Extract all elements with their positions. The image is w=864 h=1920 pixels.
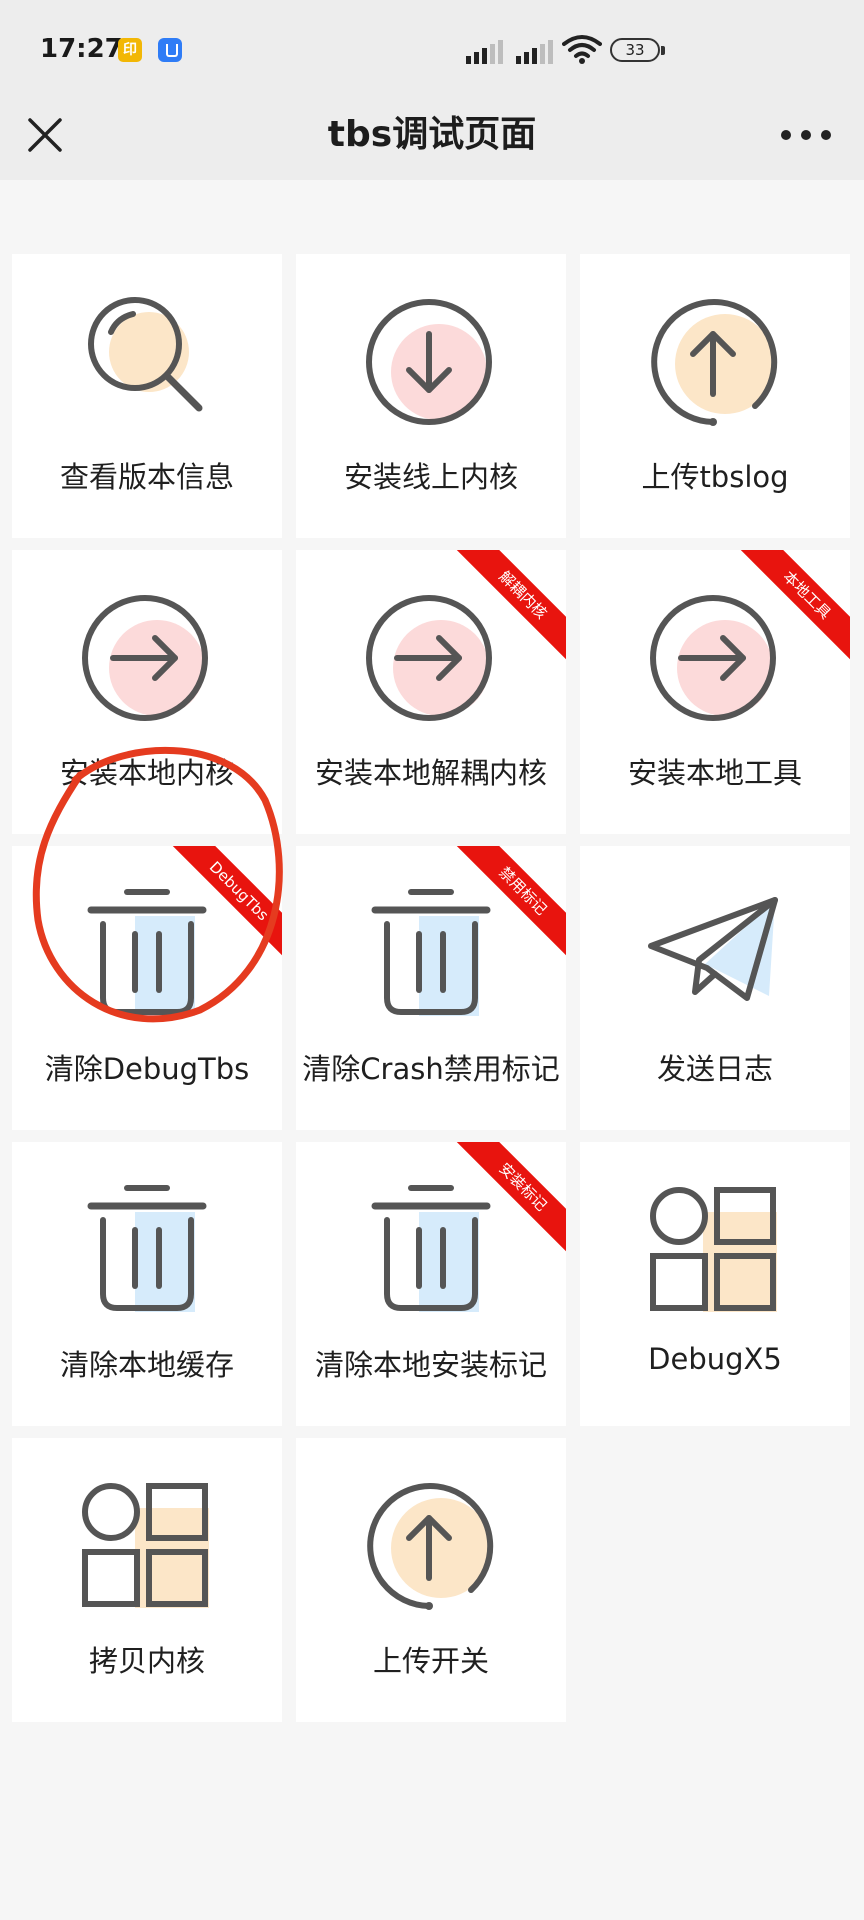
- app-notification-icon: 印: [118, 38, 142, 62]
- tile-copy-kernel[interactable]: 拷贝内核: [12, 1438, 282, 1722]
- signal-icon-2: [516, 38, 556, 64]
- upload-icon: [651, 299, 778, 426]
- trash-icon: [371, 889, 491, 1016]
- tile-label: 上传tbslog: [641, 460, 789, 494]
- tile-label: 上传开关: [372, 1644, 489, 1678]
- tile-clear-crash-flag[interactable]: 清除Crash禁用标记 禁用标记: [296, 846, 566, 1130]
- status-bar: 17:27 印 33: [0, 0, 864, 90]
- tile-label: 安装本地工具: [627, 756, 802, 790]
- tile-label: 清除Crash禁用标记: [302, 1052, 560, 1086]
- search-icon: [88, 297, 203, 412]
- tile-clear-local-install-flag[interactable]: 清除本地安装标记 安装标记: [296, 1142, 566, 1426]
- tile-upload-switch[interactable]: 上传开关: [296, 1438, 566, 1722]
- arrow-right-icon: [366, 595, 492, 721]
- tile-upload-tbslog[interactable]: 上传tbslog: [580, 254, 850, 538]
- tile-install-local-kernel[interactable]: 安装本地内核: [12, 550, 282, 834]
- tile-label: 安装本地内核: [59, 756, 234, 790]
- tile-label: 发送日志: [656, 1052, 773, 1086]
- tile-send-log[interactable]: 发送日志: [580, 846, 850, 1130]
- tile-install-online-kernel[interactable]: 安装线上内核: [296, 254, 566, 538]
- tile-label: 清除本地缓存: [59, 1348, 234, 1382]
- tile-label: 清除本地安装标记: [314, 1348, 547, 1382]
- tile-label: 安装线上内核: [343, 460, 518, 494]
- tool-grid: 查看版本信息 安装线上内核 上传tbslog 安装本地内核 安装本地解耦内核 解…: [0, 180, 864, 1920]
- title-bar: tbs调试页面: [0, 90, 864, 180]
- more-icon[interactable]: [776, 110, 836, 160]
- tile-clear-local-cache[interactable]: 清除本地缓存: [12, 1142, 282, 1426]
- tile-label: 安装本地解耦内核: [314, 756, 547, 790]
- tile-label: DebugX5: [648, 1342, 782, 1376]
- tile-clear-debugtbs[interactable]: 清除DebugTbs DebugTbs: [12, 846, 282, 1130]
- page-title: tbs调试页面: [327, 114, 537, 155]
- send-icon: [648, 897, 778, 1001]
- app-notification-icon-2: [158, 38, 182, 62]
- tile-label: 清除DebugTbs: [44, 1052, 250, 1086]
- tile-debugx5[interactable]: DebugX5: [580, 1142, 850, 1426]
- wifi-icon: [562, 35, 602, 64]
- tile-install-local-decoupled-kernel[interactable]: 安装本地解耦内核 解耦内核: [296, 550, 566, 834]
- tile-install-local-tools[interactable]: 安装本地工具 本地工具: [580, 550, 850, 834]
- battery-indicator: 33: [610, 38, 665, 62]
- upload-icon: [367, 1483, 494, 1610]
- arrow-right-icon: [650, 595, 776, 721]
- signal-icon: [466, 38, 506, 64]
- tile-label: 拷贝内核: [88, 1644, 205, 1678]
- download-icon: [366, 299, 492, 425]
- grid-icon: [82, 1483, 209, 1608]
- trash-icon: [371, 1185, 491, 1312]
- grid-icon: [650, 1187, 777, 1312]
- tile-label: 查看版本信息: [59, 460, 234, 494]
- status-time: 17:27: [40, 34, 123, 64]
- trash-icon: [87, 1185, 207, 1312]
- arrow-right-icon: [82, 595, 208, 721]
- tile-view-version[interactable]: 查看版本信息: [12, 254, 282, 538]
- trash-icon: [87, 889, 207, 1016]
